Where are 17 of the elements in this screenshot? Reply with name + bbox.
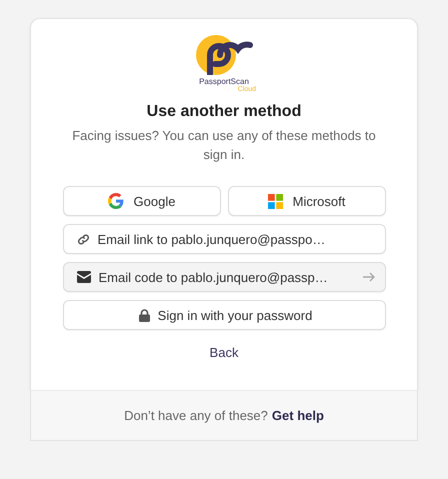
email-code-button[interactable]: Email code to pablo.junquero@passp… <box>62 262 386 292</box>
lock-icon <box>138 308 150 322</box>
arrow-icon <box>362 272 374 282</box>
microsoft-icon <box>268 194 283 208</box>
get-help-link[interactable]: Get help <box>272 408 324 423</box>
password-button[interactable]: Sign in with your password <box>62 300 386 330</box>
email-link-button[interactable]: Email link to pablo.junquero@passpo… <box>62 224 386 254</box>
google-button[interactable]: Google <box>62 186 220 216</box>
microsoft-button[interactable]: Microsoft <box>228 186 386 216</box>
back-link[interactable]: Back <box>210 345 238 360</box>
heading: Use another method <box>146 103 302 121</box>
envelope-icon <box>76 271 90 283</box>
google-icon <box>108 193 124 209</box>
logo-name: PassportScan <box>199 77 249 86</box>
subtitle: Facing issues? You can use any of these methods to sign in. <box>71 127 377 164</box>
footer-text: Don’t have any of these? <box>124 408 268 423</box>
link-icon <box>76 232 90 246</box>
